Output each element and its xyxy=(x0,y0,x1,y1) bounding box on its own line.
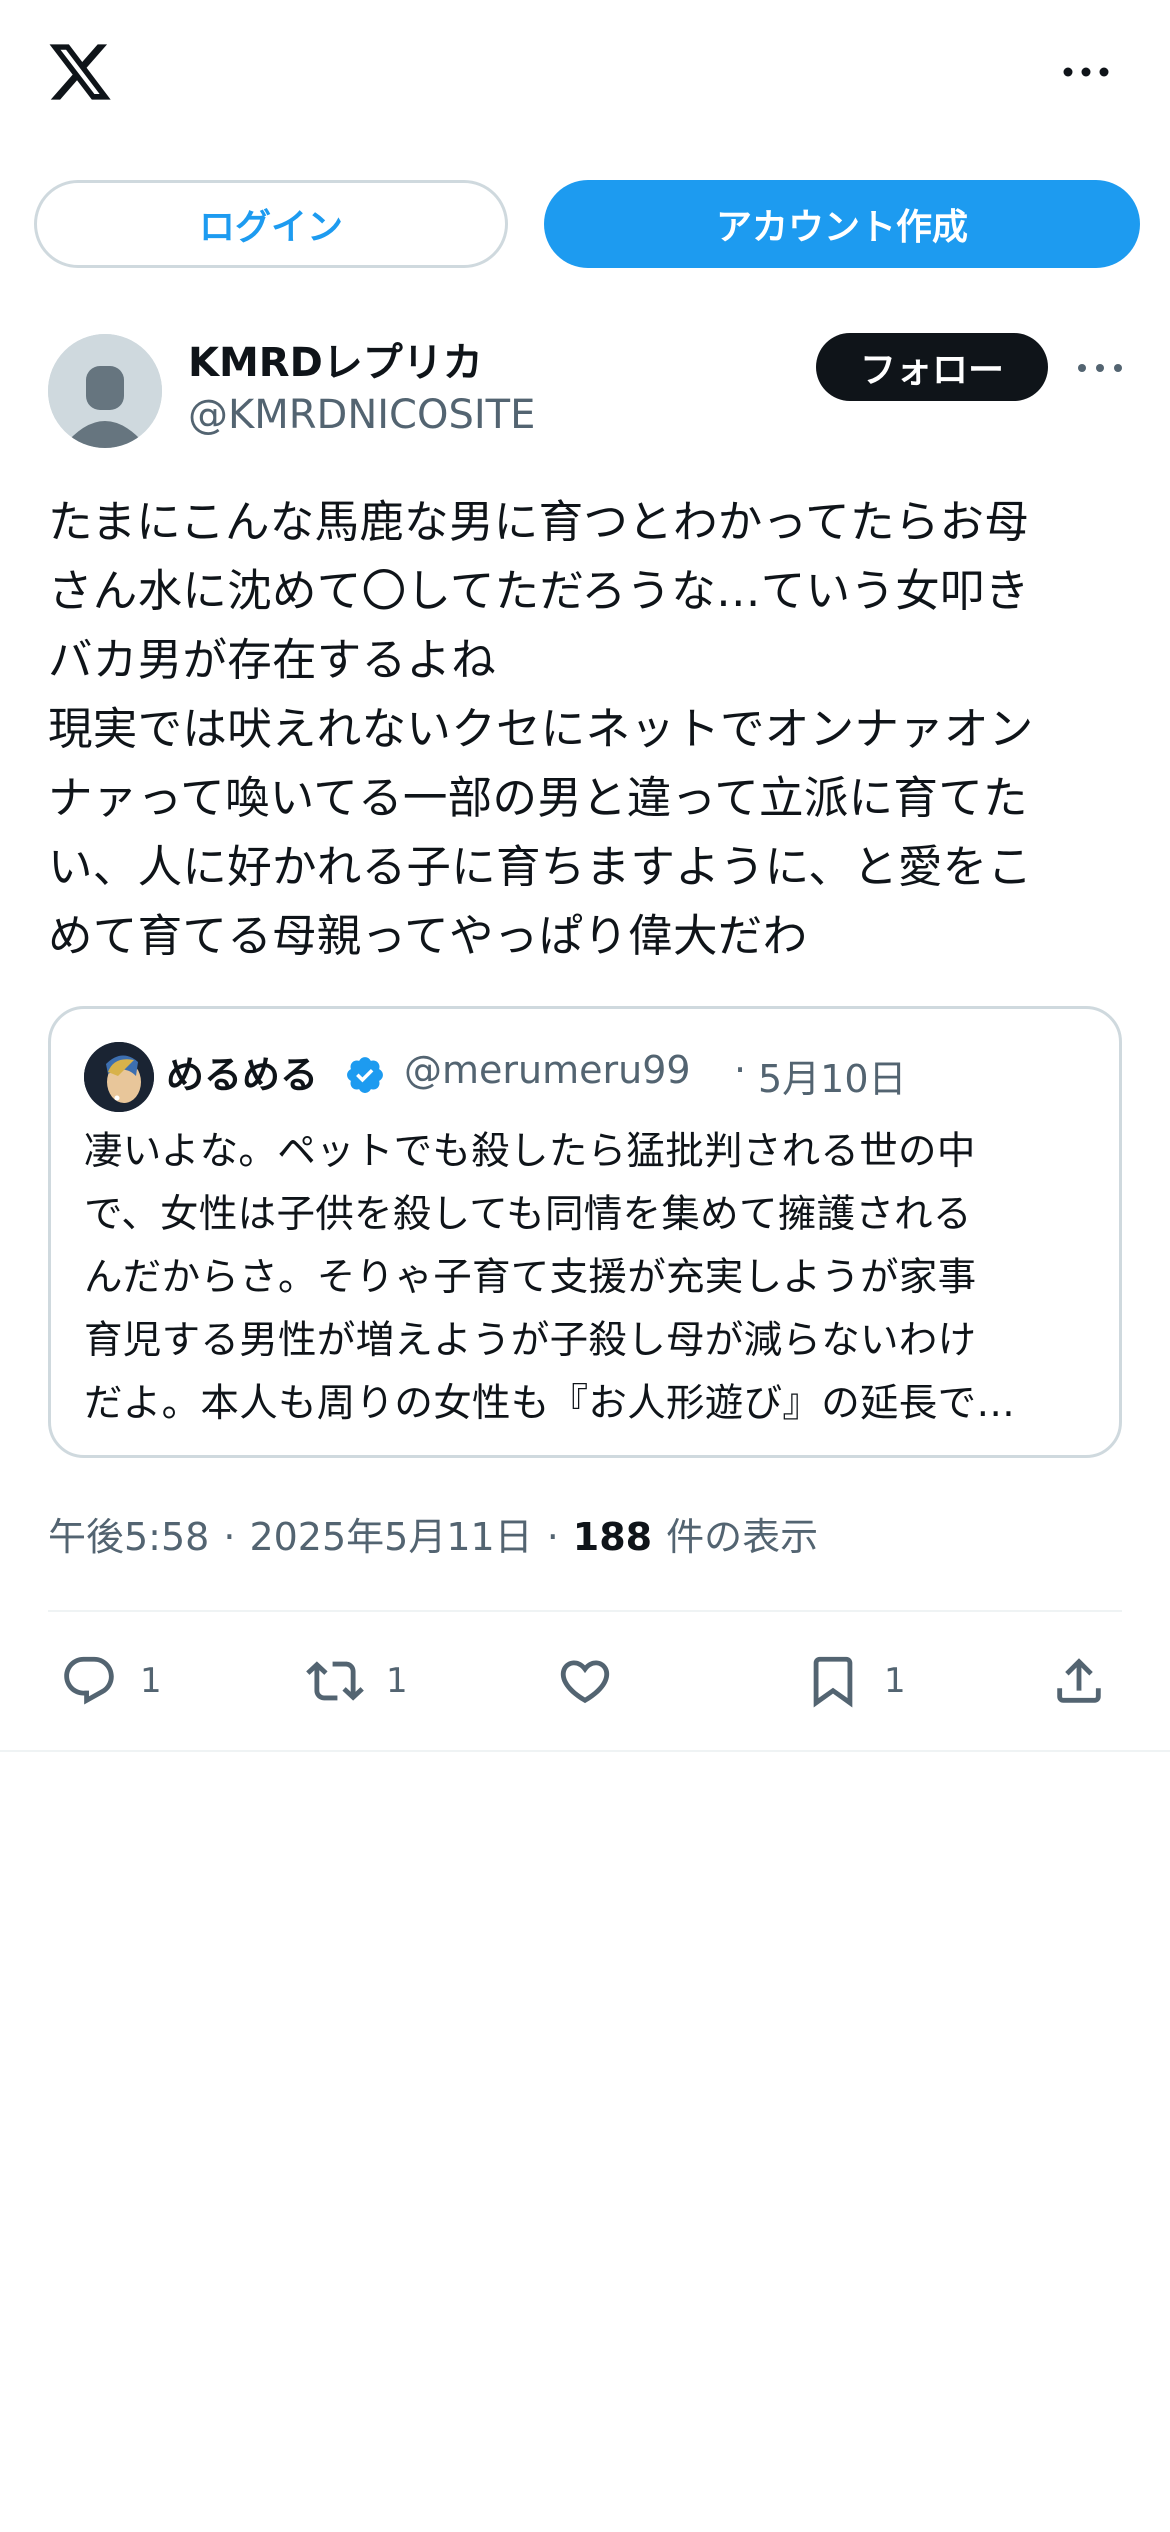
repost-icon xyxy=(306,1661,364,1701)
bookmark-count: 1 xyxy=(884,1661,906,1701)
quoted-author-name: めるめる xyxy=(166,1053,319,1097)
like-button[interactable] xyxy=(556,1652,614,1710)
author-handle[interactable]: @KMRDNICOSITE xyxy=(188,392,535,438)
bookmark-button[interactable]: 1 xyxy=(804,1652,906,1710)
meta-separator: · xyxy=(223,1515,236,1559)
post-more-icon[interactable] xyxy=(1074,356,1126,380)
post-date[interactable]: 2025年5月11日 xyxy=(249,1506,532,1561)
quoted-post-date: 5月10日 xyxy=(758,1057,907,1101)
post-meta: 午後5:58 · 2025年5月11日 · 188 件の表示 xyxy=(48,1506,818,1561)
share-button[interactable] xyxy=(1050,1652,1108,1710)
views-label: 件の表示 xyxy=(666,1515,819,1559)
reply-button[interactable]: 1 xyxy=(60,1652,162,1710)
signup-button[interactable]: アカウント作成 xyxy=(544,180,1140,268)
login-button[interactable]: ログイン xyxy=(34,180,508,268)
post-text: たまにこんな馬鹿な男に育つとわかってたらお母 さん水に沈めて〇してただろうな…て… xyxy=(48,497,1034,962)
quoted-post-text: 凄いよな。ペットでも殺したら猛批判される世の中 で、女性は子供を殺しても同情を集… xyxy=(84,1129,1016,1426)
quoted-author-avatar xyxy=(84,1042,154,1112)
meta-separator: · xyxy=(546,1515,559,1559)
repost-count: 1 xyxy=(386,1661,408,1701)
post-time[interactable]: 午後5:58 xyxy=(48,1506,209,1561)
default-avatar-icon xyxy=(48,334,162,448)
bookmark-icon xyxy=(813,1656,853,1708)
repost-button[interactable]: 1 xyxy=(306,1652,408,1710)
divider xyxy=(48,1610,1122,1612)
quoted-separator: · xyxy=(734,1048,747,1092)
quoted-author-handle: @merumeru99 xyxy=(404,1048,691,1092)
share-icon xyxy=(1057,1658,1101,1703)
heart-icon xyxy=(560,1660,610,1704)
x-logo-icon[interactable] xyxy=(46,38,114,106)
divider xyxy=(0,1750,1170,1752)
views-count: 188 xyxy=(572,1515,653,1559)
follow-button[interactable]: フォロー xyxy=(816,333,1048,401)
author-avatar[interactable] xyxy=(48,334,162,448)
reply-icon xyxy=(64,1656,114,1705)
reply-count: 1 xyxy=(140,1661,162,1701)
more-horizontal-icon[interactable] xyxy=(1058,52,1114,92)
verified-badge-icon xyxy=(344,1054,386,1096)
author-name[interactable]: KMRDレプリカ xyxy=(188,330,483,388)
